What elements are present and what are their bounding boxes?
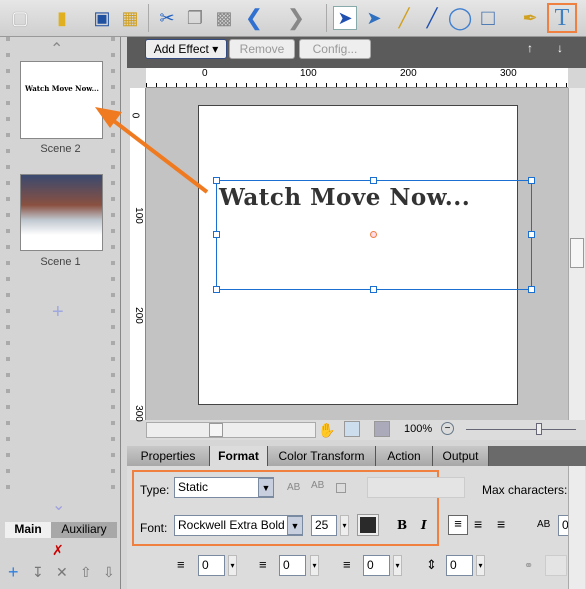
callout-arrow [95, 107, 209, 194]
